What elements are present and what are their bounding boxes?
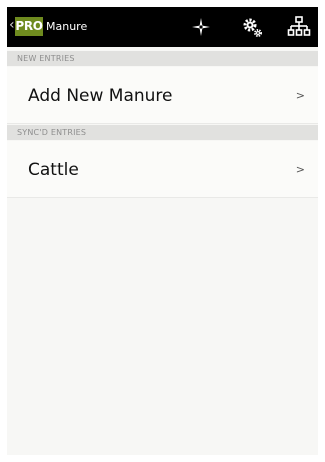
action-bar: ‹ PRO Manure (7, 7, 318, 47)
empty-content-area (7, 203, 318, 455)
app-logo[interactable]: PRO (15, 17, 43, 36)
chevron-right-icon: > (295, 89, 305, 102)
compass-icon[interactable] (189, 15, 213, 39)
back-chevron-icon[interactable]: ‹ (9, 18, 15, 32)
phone-screen: ‹ PRO Manure NEW ENTRIES Add New Manure … (7, 7, 318, 455)
list-item-label: Cattle (28, 160, 79, 180)
section-header-syncd-entries: SYNC'D ENTRIES (7, 125, 318, 140)
list-item-label: Add New Manure (28, 86, 173, 106)
section-header-new-entries: NEW ENTRIES (7, 51, 318, 66)
chevron-right-icon: > (295, 163, 305, 176)
list-item-cattle[interactable]: Cattle > (7, 141, 318, 198)
sitemap-icon[interactable] (287, 15, 311, 39)
app-title: Manure (46, 20, 88, 33)
settings-icon[interactable] (240, 15, 264, 39)
list-item-add-new-manure[interactable]: Add New Manure > (7, 67, 318, 124)
